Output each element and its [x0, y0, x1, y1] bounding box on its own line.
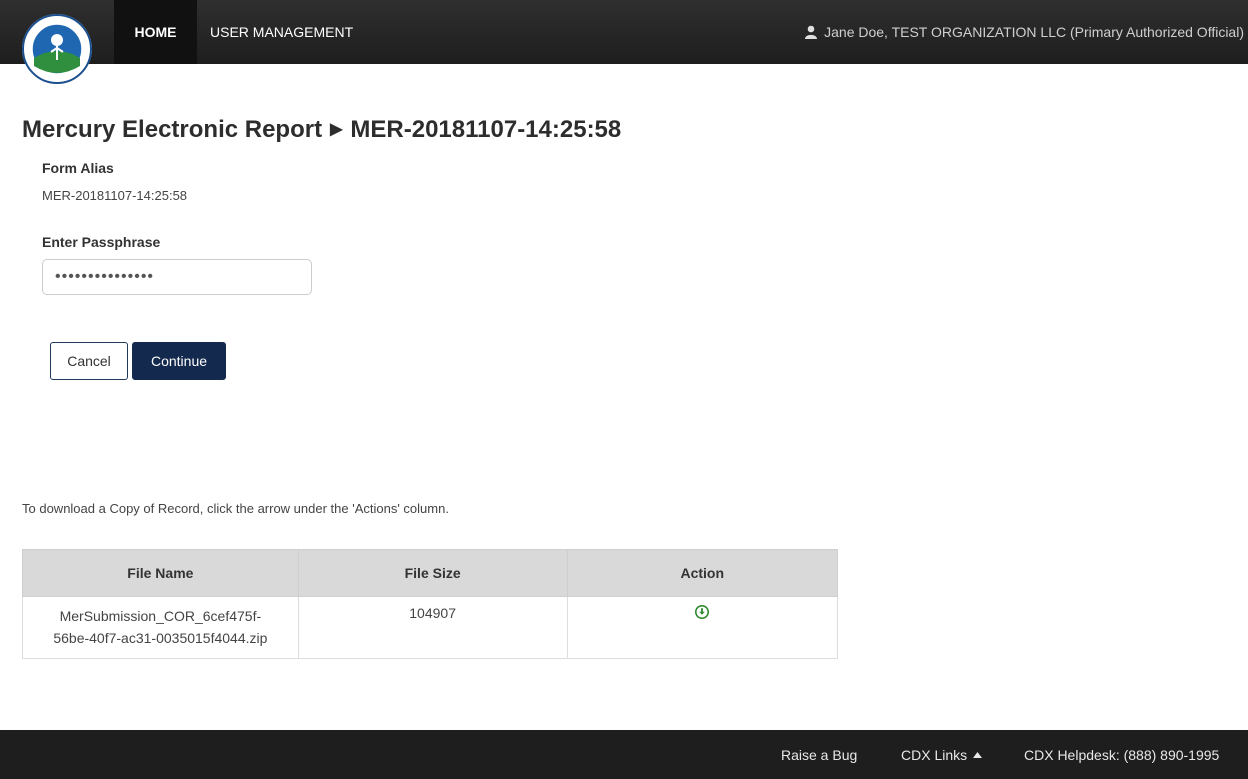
column-header-file-size: File Size — [297, 549, 568, 597]
cdx-links-label: CDX Links — [901, 746, 968, 763]
passphrase-input[interactable] — [42, 259, 312, 295]
cdx-helpdesk-link[interactable]: CDX Helpdesk: (888) 890-1995 — [1024, 730, 1219, 779]
caret-up-icon — [973, 751, 983, 758]
file-name-line: 56be-40f7-ac31-0035015f4044.zip — [53, 630, 268, 646]
column-header-file-name: File Name — [22, 549, 299, 597]
nav-user-management-link[interactable]: USER MANAGEMENT — [210, 0, 353, 64]
table-row: MerSubmission_COR_6cef475f- 56be-40f7-ac… — [22, 596, 839, 659]
user-account-menu[interactable]: Jane Doe, TEST ORGANIZATION LLC (Primary… — [804, 0, 1244, 64]
file-name-cell: MerSubmission_COR_6cef475f- 56be-40f7-ac… — [22, 596, 299, 659]
download-instructions: To download a Copy of Record, click the … — [22, 501, 449, 516]
cancel-button[interactable]: Cancel — [50, 342, 128, 380]
form-alias-label: Form Alias — [42, 160, 114, 176]
column-header-action: Action — [566, 549, 839, 597]
nav-home-link[interactable]: HOME — [114, 0, 197, 64]
page-title-text: Mercury Electronic Report — [22, 116, 323, 143]
raise-bug-link[interactable]: Raise a Bug — [781, 730, 857, 779]
copy-of-record-table: File Name File Size Action MerSubmission… — [22, 549, 839, 659]
file-size-cell: 104907 — [297, 596, 568, 659]
file-size-value: 104907 — [409, 605, 456, 621]
epa-seal-icon[interactable] — [22, 14, 92, 84]
action-cell — [566, 596, 839, 659]
passphrase-label: Enter Passphrase — [42, 234, 161, 250]
user-display-name: Jane Doe, TEST ORGANIZATION LLC (Primary… — [824, 24, 1244, 40]
record-id: MER-20181107-14:25:58 — [350, 116, 622, 143]
cdx-links-menu[interactable]: CDX Links — [901, 730, 983, 779]
form-alias-value: MER-20181107-14:25:58 — [42, 188, 188, 203]
user-icon — [804, 25, 818, 39]
page-title: Mercury Electronic Report ▶ MER-20181107-1… — [22, 116, 621, 144]
download-arrow-icon[interactable] — [695, 605, 710, 622]
continue-button[interactable]: Continue — [132, 342, 226, 380]
breadcrumb-arrow-icon: ▶ — [330, 121, 343, 138]
footer-bar: Raise a Bug CDX Links CDX Helpdesk: (888… — [0, 730, 1248, 779]
table-header-row: File Name File Size Action — [22, 549, 839, 597]
top-navbar: HOME USER MANAGEMENT Jane Doe, TEST ORGA… — [0, 0, 1248, 64]
file-name-line: MerSubmission_COR_6cef475f- — [59, 608, 262, 624]
